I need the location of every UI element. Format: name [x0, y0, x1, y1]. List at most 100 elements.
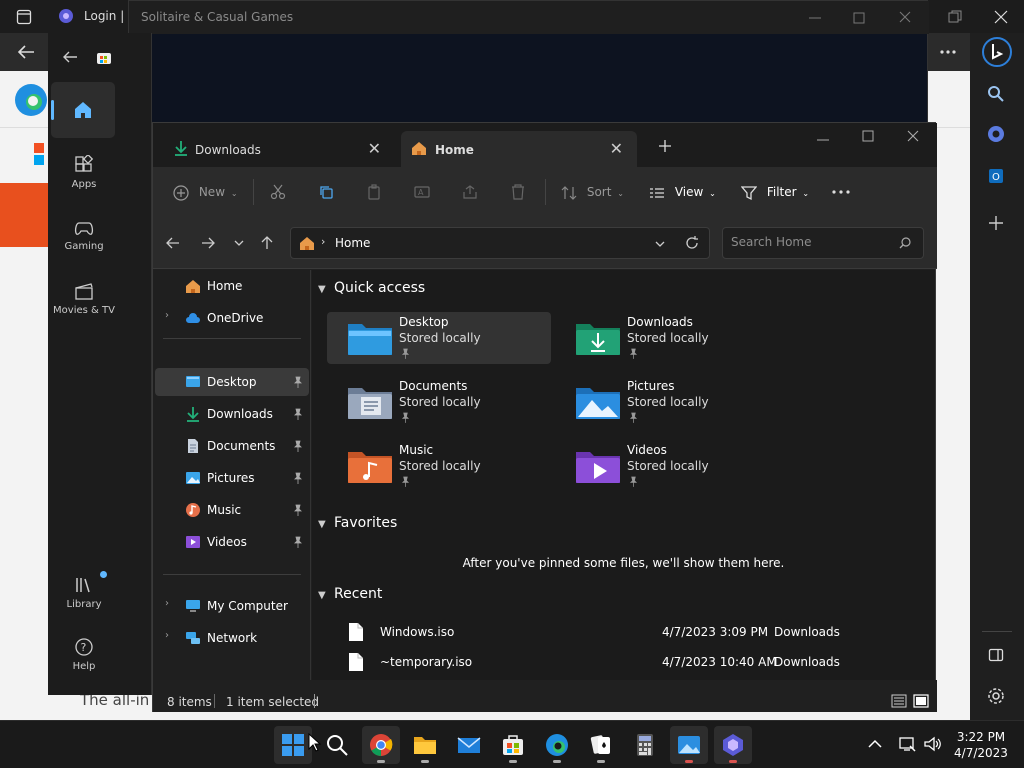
pin-icon[interactable] — [293, 504, 303, 516]
nav-item-onedrive[interactable]: › OneDrive — [155, 304, 309, 332]
quick-access-desktop[interactable]: Desktop Stored locally — [327, 312, 551, 364]
recent-file-row[interactable]: ~temporary.iso 4/7/2023 10:40 AM Downloa… — [348, 648, 868, 676]
taskbar-xbox[interactable] — [714, 726, 752, 764]
new-button[interactable]: New ⌄ — [173, 181, 238, 203]
tab-home[interactable]: Home ✕ — [401, 131, 637, 167]
quick-access-videos[interactable]: Videos Stored locally — [555, 440, 779, 492]
sidebar-toggle-icon[interactable] — [988, 647, 1004, 663]
nav-item-downloads[interactable]: Downloads — [155, 400, 309, 428]
system-clock[interactable]: 3:22 PM 4/7/2023 — [950, 729, 1012, 761]
nav-item-network[interactable]: › Network — [155, 624, 309, 652]
nav-item-desktop[interactable]: Desktop — [155, 368, 309, 396]
back-arrow-icon[interactable] — [166, 237, 180, 249]
minimize-icon[interactable] — [817, 135, 829, 145]
expand-chevron-icon[interactable]: › — [165, 598, 169, 609]
search-input[interactable] — [731, 235, 891, 249]
copilot-icon[interactable] — [987, 125, 1005, 143]
network-status-icon[interactable] — [899, 736, 917, 752]
back-arrow-icon[interactable] — [62, 49, 78, 65]
refresh-icon[interactable] — [685, 236, 699, 250]
add-icon[interactable] — [988, 215, 1004, 231]
expand-chevron-icon[interactable]: › — [165, 310, 169, 321]
quick-access-music[interactable]: Music Stored locally — [327, 440, 551, 492]
taskbar-search-button[interactable] — [318, 726, 356, 764]
search-icon[interactable] — [987, 85, 1005, 103]
paste-icon[interactable] — [366, 184, 382, 200]
quick-access-pictures[interactable]: Pictures Stored locally — [555, 376, 779, 428]
settings-gear-icon[interactable] — [987, 687, 1005, 705]
nav-item-videos[interactable]: Videos — [155, 528, 309, 556]
taskbar-calculator[interactable] — [626, 726, 664, 764]
pin-icon[interactable] — [293, 408, 303, 420]
close-tab-icon[interactable]: ✕ — [368, 139, 381, 158]
tab-actions-icon[interactable] — [16, 9, 32, 25]
address-dropdown-icon[interactable] — [655, 240, 665, 248]
start-button[interactable] — [274, 726, 312, 764]
close-tab-icon[interactable]: ✕ — [610, 139, 623, 158]
search-icon[interactable] — [899, 237, 911, 249]
close-icon[interactable] — [899, 11, 911, 23]
copy-icon[interactable] — [318, 184, 334, 200]
more-options-icon[interactable] — [832, 190, 850, 194]
pin-icon[interactable] — [293, 536, 303, 548]
taskbar-mail[interactable] — [450, 726, 488, 764]
minimize-icon[interactable] — [809, 13, 821, 23]
outlook-icon[interactable]: O — [987, 167, 1005, 185]
quick-access-downloads[interactable]: Downloads Stored locally — [555, 312, 779, 364]
taskbar-photos[interactable] — [670, 726, 708, 764]
recent-locations-chevron-icon[interactable] — [234, 239, 244, 247]
filter-button[interactable]: Filter ⌄ — [741, 181, 809, 203]
back-arrow-icon[interactable] — [16, 42, 36, 62]
nav-item-music[interactable]: Music — [155, 496, 309, 524]
taskbar-chrome[interactable] — [362, 726, 400, 764]
show-hidden-icons-chevron[interactable] — [868, 739, 882, 749]
xbox-nav-movies[interactable]: Movies & TV — [48, 281, 120, 316]
xbox-nav-gaming[interactable]: Gaming — [48, 219, 120, 252]
tiles-view-icon[interactable] — [913, 694, 929, 708]
cut-icon[interactable] — [270, 184, 286, 200]
pin-icon[interactable] — [293, 376, 303, 388]
running-indicator — [597, 760, 605, 763]
taskbar-edge[interactable] — [538, 726, 576, 764]
xbox-nav-apps[interactable]: Apps — [48, 155, 120, 190]
view-button[interactable]: View ⌄ — [649, 181, 716, 203]
taskbar-store[interactable] — [494, 726, 532, 764]
tab-downloads[interactable]: Downloads ✕ — [159, 131, 395, 167]
close-icon[interactable] — [907, 130, 919, 142]
maximize-icon[interactable] — [862, 130, 874, 142]
quick-access-documents[interactable]: Documents Stored locally — [327, 376, 551, 428]
delete-icon[interactable] — [510, 184, 526, 200]
expand-chevron-icon[interactable]: › — [165, 630, 169, 641]
forward-arrow-icon[interactable] — [201, 237, 215, 249]
section-favorites[interactable]: ▼ Favorites — [318, 515, 397, 531]
xbox-nav-home[interactable] — [51, 82, 115, 138]
volume-icon[interactable] — [923, 736, 941, 752]
taskbar-solitaire[interactable] — [582, 726, 620, 764]
section-recent[interactable]: ▼ Recent — [318, 586, 382, 602]
breadcrumb-home[interactable]: Home — [335, 236, 370, 250]
taskbar-file-explorer[interactable] — [406, 726, 444, 764]
details-view-icon[interactable] — [891, 694, 907, 708]
close-icon[interactable] — [994, 10, 1008, 24]
restore-icon[interactable] — [948, 10, 962, 24]
pin-icon[interactable] — [293, 472, 303, 484]
address-bar[interactable]: › Home — [290, 227, 710, 259]
sort-button[interactable]: Sort ⌄ — [561, 181, 624, 203]
maximize-icon[interactable] — [853, 12, 865, 24]
bing-icon[interactable] — [982, 37, 1012, 67]
more-icon[interactable] — [940, 50, 956, 54]
nav-item-documents[interactable]: Documents — [155, 432, 309, 460]
nav-item-my-computer[interactable]: › My Computer — [155, 592, 309, 620]
new-tab-icon[interactable] — [658, 139, 672, 153]
share-icon[interactable] — [462, 184, 478, 200]
pin-icon[interactable] — [293, 440, 303, 452]
recent-file-row[interactable]: Windows.iso 4/7/2023 3:09 PM Downloads — [348, 618, 868, 646]
nav-item-home[interactable]: Home — [155, 272, 309, 300]
search-box[interactable] — [722, 227, 924, 259]
rename-icon[interactable]: A — [414, 184, 430, 200]
xbox-nav-library[interactable]: Library — [48, 575, 120, 610]
section-quick-access[interactable]: ▼ Quick access — [318, 280, 425, 296]
up-arrow-icon[interactable] — [261, 236, 273, 250]
xbox-nav-help[interactable]: ? Help — [48, 637, 120, 672]
nav-item-pictures[interactable]: Pictures — [155, 464, 309, 492]
